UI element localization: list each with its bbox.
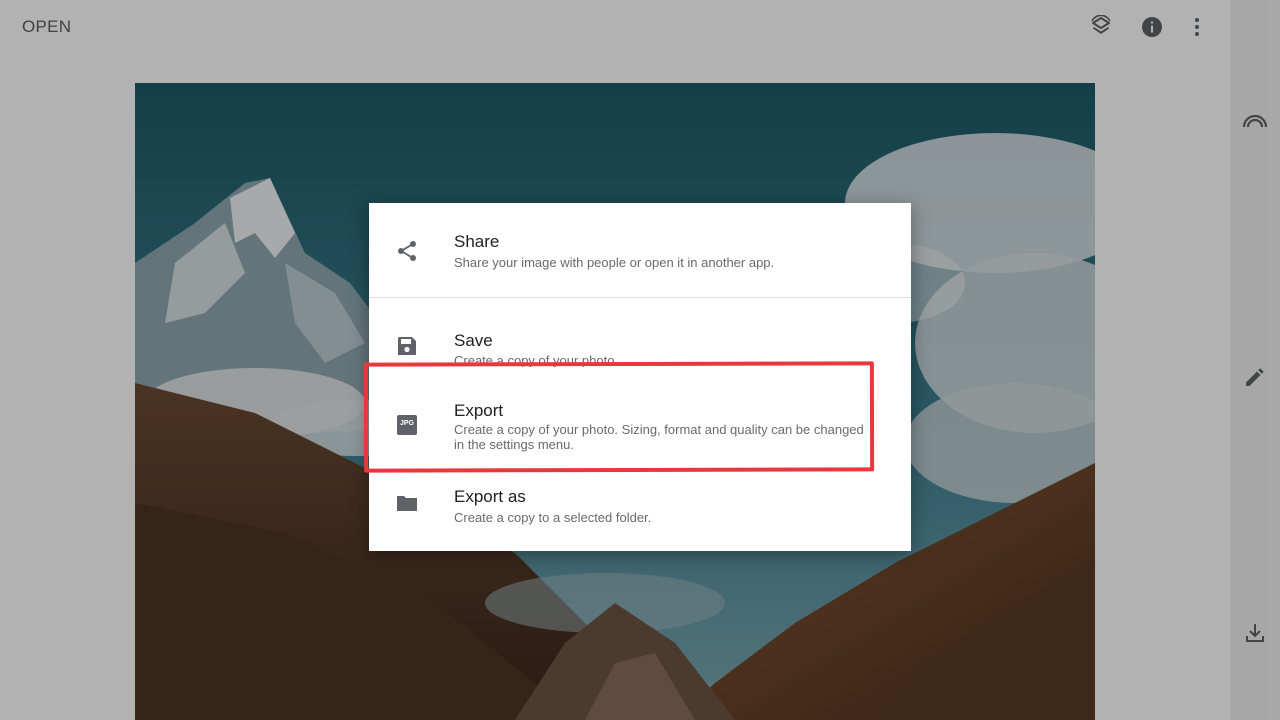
folder-icon (395, 491, 419, 515)
menu-item-description: Create a copy of your photo. Sizing, for… (454, 422, 864, 452)
menu-item-description: Create a copy to a selected folder. (454, 510, 652, 525)
menu-item-save[interactable]: Save Create a copy of your photo. (369, 298, 911, 370)
menu-item-title: Export as (454, 487, 526, 506)
menu-item-description: Share your image with people or open it … (454, 255, 775, 270)
menu-item-share[interactable]: Share Share your image with people or op… (369, 203, 911, 297)
menu-item-export-as[interactable]: Export as Create a copy to a selected fo… (369, 470, 911, 551)
app-window: OPEN Share Share your image with people … (0, 0, 1280, 720)
menu-item-title: Export (454, 401, 504, 420)
menu-item-title: Share (454, 232, 500, 251)
jpg-file-icon: JPG (395, 413, 419, 437)
menu-item-export[interactable]: JPG Export Create a copy of your photo. … (369, 370, 911, 470)
menu-item-title: Save (454, 331, 493, 350)
menu-item-description: Create a copy of your photo. (454, 353, 619, 367)
save-icon (395, 334, 419, 358)
share-export-dialog: Share Share your image with people or op… (369, 203, 911, 551)
jpg-icon-text: JPG (399, 420, 414, 427)
share-icon (395, 239, 419, 263)
